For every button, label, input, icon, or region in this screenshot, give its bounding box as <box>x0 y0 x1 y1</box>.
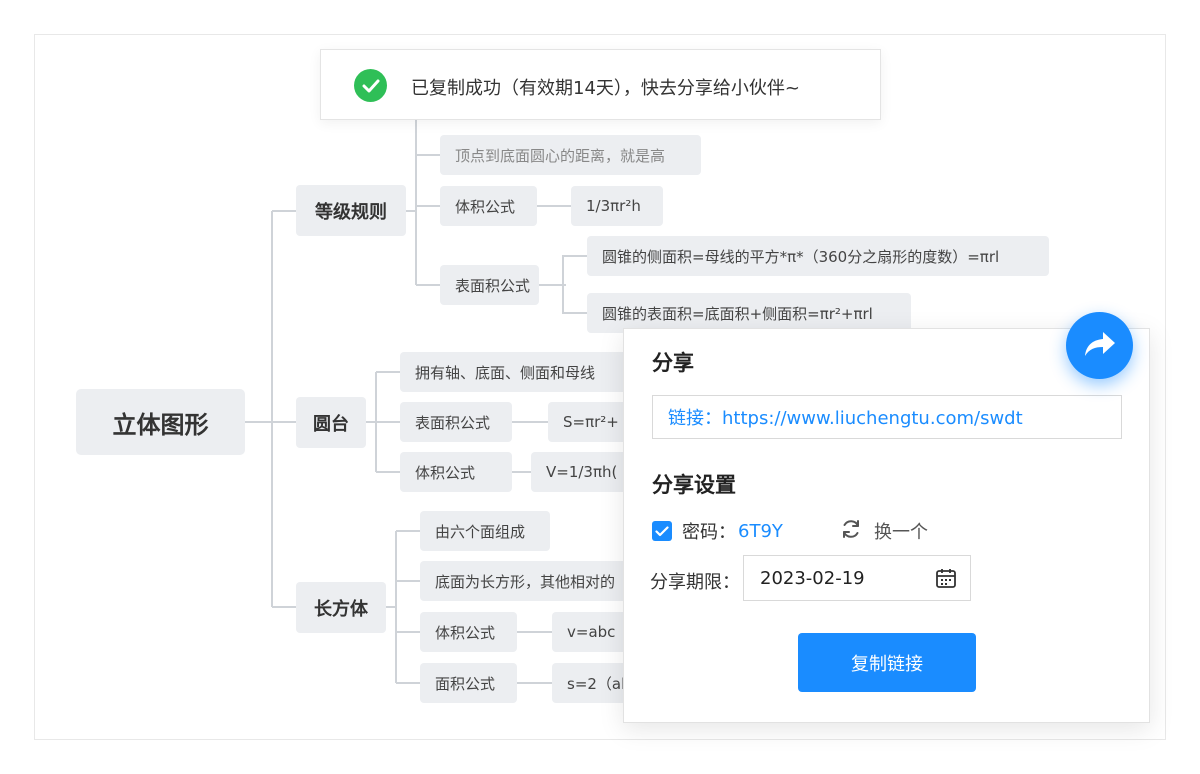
share-fab-button[interactable] <box>1066 312 1133 379</box>
branch-node-frustum[interactable]: 圆台 <box>296 397 366 448</box>
branch-node-cuboid[interactable]: 长方体 <box>296 582 386 633</box>
value-node-volume-formula[interactable]: 1/3πr²h <box>571 186 663 226</box>
copy-link-button[interactable]: 复制链接 <box>798 633 976 692</box>
refresh-label: 换一个 <box>874 522 928 543</box>
leaf-node-cuboid-faces[interactable]: 由六个面组成 <box>420 511 550 551</box>
leaf-node-cuboid-area-formula[interactable]: 面积公式 <box>420 663 517 703</box>
expire-label: 分享期限： <box>650 572 740 593</box>
toast-message: 已复制成功（有效期14天），快去分享给小伙伴~ <box>411 78 800 99</box>
password-checkbox[interactable] <box>652 521 672 541</box>
leaf-node-height-definition[interactable]: 顶点到底面圆心的距离，就是高 <box>440 135 701 175</box>
value-node-lateral-area[interactable]: 圆锥的侧面积=母线的平方*π*（360分之扇形的度数）=πrl <box>587 236 1049 276</box>
calendar-icon[interactable] <box>935 567 957 594</box>
leaf-node-cuboid-volume-formula[interactable]: 体积公式 <box>420 612 517 652</box>
share-settings-title: 分享设置 <box>652 473 736 497</box>
password-label: 密码： <box>682 522 736 543</box>
share-panel-title: 分享 <box>652 351 694 375</box>
refresh-password-button[interactable]: 换一个 <box>840 517 928 545</box>
value-node-total-surface-area[interactable]: 圆锥的表面积=底面积+侧面积=πr²+πrl <box>587 293 911 333</box>
leaf-node-surface-formula[interactable]: 表面积公式 <box>440 265 539 305</box>
expire-date-picker[interactable]: 2023-02-19 <box>743 555 971 601</box>
share-link-field[interactable]: 链接：https://www.liuchengtu.com/swdt <box>652 395 1122 439</box>
password-value: 6T9Y <box>738 520 783 542</box>
share-panel: 分享 链接：https://www.liuchengtu.com/swdt 分享… <box>623 328 1150 723</box>
expire-date-value: 2023-02-19 <box>760 567 865 589</box>
leaf-node-cuboid-base[interactable]: 底面为长方形，其他相对的 <box>420 561 640 601</box>
refresh-icon <box>840 518 862 544</box>
password-row: 密码： 6T9Y <box>652 517 783 545</box>
check-circle-icon <box>354 69 387 102</box>
leaf-node-frustum-surface-formula[interactable]: 表面积公式 <box>400 402 512 442</box>
copy-success-toast: 已复制成功（有效期14天），快去分享给小伙伴~ <box>320 49 881 120</box>
leaf-node-frustum-volume-formula[interactable]: 体积公式 <box>400 452 512 492</box>
leaf-node-volume-formula[interactable]: 体积公式 <box>440 186 537 226</box>
mindmap-root-node[interactable]: 立体图形 <box>76 389 245 455</box>
branch-node-level-rules[interactable]: 等级规则 <box>296 185 406 236</box>
share-arrow-icon <box>1083 329 1117 363</box>
leaf-node-frustum-parts[interactable]: 拥有轴、底面、侧面和母线 <box>400 352 640 392</box>
